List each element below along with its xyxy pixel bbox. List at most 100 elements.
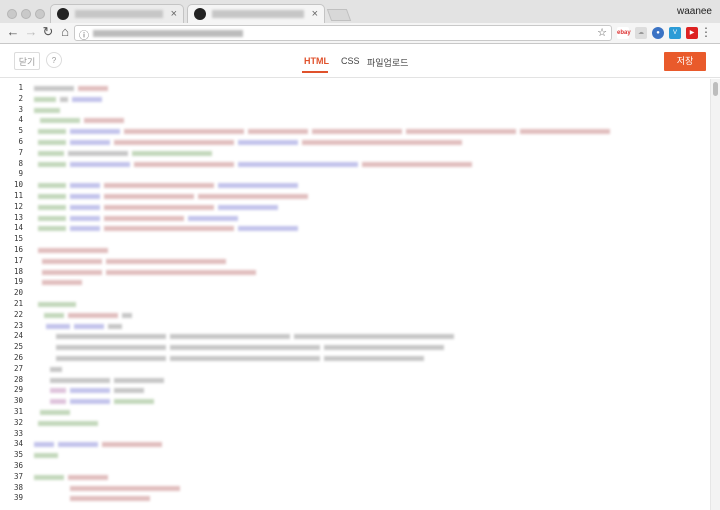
tab-css[interactable]: CSS bbox=[341, 56, 360, 66]
line-number: 10 bbox=[13, 180, 23, 190]
line-number: 34 bbox=[13, 439, 23, 449]
line-number: 17 bbox=[13, 255, 23, 265]
redacted-code-segment bbox=[44, 312, 64, 318]
redacted-code-segment bbox=[114, 388, 144, 394]
save-button[interactable]: 저장 bbox=[664, 52, 706, 71]
redacted-code-segment bbox=[70, 194, 100, 199]
redacted-code-segment bbox=[70, 388, 110, 394]
redacted-code-segment bbox=[38, 215, 66, 221]
redacted-code-segment bbox=[34, 86, 74, 91]
close-button[interactable]: 닫기 bbox=[14, 52, 40, 70]
redacted-code-segment bbox=[38, 226, 66, 232]
line-number: 12 bbox=[13, 201, 23, 211]
browser-menu-icon[interactable]: ⋮ bbox=[700, 25, 712, 39]
redacted-code-segment bbox=[50, 377, 110, 383]
line-number: 30 bbox=[13, 396, 23, 406]
line-number: 19 bbox=[13, 277, 23, 287]
redacted-code-segment bbox=[104, 215, 184, 221]
youtube-extension-icon[interactable]: ▶ bbox=[686, 27, 698, 39]
line-number: 1 bbox=[18, 83, 23, 92]
reload-icon[interactable]: ↻ bbox=[41, 25, 55, 39]
redacted-code-segment bbox=[34, 474, 64, 480]
redacted-code-segment bbox=[34, 107, 60, 113]
active-tab-underline bbox=[302, 71, 328, 73]
redacted-code-segment bbox=[70, 226, 100, 232]
redacted-code-segment bbox=[34, 453, 58, 459]
redacted-code-segment bbox=[108, 323, 122, 329]
line-number: 15 bbox=[13, 234, 23, 244]
redacted-code-segment bbox=[38, 204, 66, 210]
redacted-code-segment bbox=[42, 280, 82, 286]
line-number: 36 bbox=[13, 461, 23, 470]
profile-name[interactable]: waanee bbox=[677, 6, 712, 17]
redacted-code-segment bbox=[68, 312, 118, 318]
url-redacted bbox=[93, 30, 243, 37]
bookmark-star-icon[interactable]: ☆ bbox=[597, 26, 607, 39]
site-info-icon[interactable]: ⓘ bbox=[79, 27, 89, 42]
line-number: 2 bbox=[18, 93, 23, 103]
redacted-code-segment bbox=[56, 334, 166, 340]
redacted-code-segment bbox=[38, 248, 108, 253]
redacted-code-segment bbox=[104, 183, 214, 189]
redacted-code-segment bbox=[56, 356, 166, 361]
forward-icon[interactable]: → bbox=[24, 25, 38, 39]
redacted-code-segment bbox=[38, 161, 66, 167]
line-number: 13 bbox=[13, 212, 23, 222]
line-number: 39 bbox=[13, 493, 23, 503]
tab-file-upload[interactable]: 파일업로드 bbox=[367, 56, 408, 69]
redacted-code-segment bbox=[70, 129, 120, 135]
window-minimize-dot[interactable] bbox=[21, 9, 31, 19]
redacted-code-segment bbox=[38, 302, 76, 307]
line-number: 6 bbox=[18, 137, 23, 146]
redacted-code-segment bbox=[106, 269, 256, 275]
window-close-dot[interactable] bbox=[7, 9, 17, 19]
redacted-code-segment bbox=[68, 474, 108, 480]
code-editor[interactable]: 1 2 3 4 5 6 7 8 9 10 11 12 13 14 15 16 17 18 19 20 21 22 23 24 2… bbox=[0, 79, 710, 510]
new-tab-button[interactable] bbox=[326, 9, 352, 21]
back-icon[interactable]: ← bbox=[6, 25, 20, 39]
redacted-code-segment bbox=[50, 366, 62, 372]
browser-tab-1[interactable]: × bbox=[50, 4, 184, 23]
line-number: 20 bbox=[13, 288, 23, 298]
tab-title-redacted bbox=[75, 10, 163, 18]
redacted-code-segment bbox=[70, 215, 100, 221]
redacted-code-segment bbox=[170, 345, 320, 351]
redacted-code-segment bbox=[70, 485, 180, 491]
line-number: 22 bbox=[13, 309, 23, 319]
redacted-code-segment bbox=[70, 161, 130, 167]
browser-tab-2[interactable]: × bbox=[187, 4, 325, 23]
tab-close-icon[interactable]: × bbox=[312, 8, 318, 20]
window-zoom-dot[interactable] bbox=[35, 9, 45, 19]
redacted-code-segment bbox=[74, 323, 104, 329]
redacted-code-segment bbox=[188, 215, 238, 221]
redacted-code-segment bbox=[72, 96, 102, 102]
help-button[interactable]: ? bbox=[46, 52, 62, 68]
redacted-code-segment bbox=[170, 334, 290, 340]
redacted-code-segment bbox=[324, 345, 444, 351]
redacted-code-segment bbox=[38, 183, 66, 189]
line-number: 37 bbox=[13, 471, 23, 481]
redacted-code-segment bbox=[60, 96, 68, 102]
redacted-code-segment bbox=[362, 161, 472, 167]
tab-html[interactable]: HTML bbox=[304, 56, 329, 66]
ebay-extension-icon[interactable]: ebay bbox=[617, 27, 631, 39]
line-number: 3 bbox=[18, 104, 23, 114]
address-bar[interactable]: ⓘ ☆ bbox=[74, 25, 612, 42]
shield-extension-icon[interactable]: ● bbox=[652, 27, 664, 39]
home-icon[interactable]: ⌂ bbox=[58, 25, 72, 39]
redacted-code-segment bbox=[38, 150, 64, 156]
line-number: 27 bbox=[13, 363, 23, 373]
redacted-code-segment bbox=[46, 323, 70, 329]
cloud-extension-icon[interactable]: ☁ bbox=[635, 27, 647, 39]
redacted-code-segment bbox=[238, 161, 358, 167]
redacted-code-segment bbox=[40, 410, 70, 415]
vpn-extension-icon[interactable]: V bbox=[669, 27, 681, 39]
editor-scrollbar[interactable] bbox=[710, 79, 720, 510]
redacted-code-segment bbox=[38, 194, 66, 199]
redacted-code-segment bbox=[104, 194, 194, 199]
tab-title-redacted bbox=[212, 10, 304, 18]
tab-close-icon[interactable]: × bbox=[171, 8, 177, 20]
redacted-code-segment bbox=[302, 140, 462, 145]
line-number: 8 bbox=[18, 158, 23, 168]
scrollbar-thumb[interactable] bbox=[713, 82, 718, 96]
